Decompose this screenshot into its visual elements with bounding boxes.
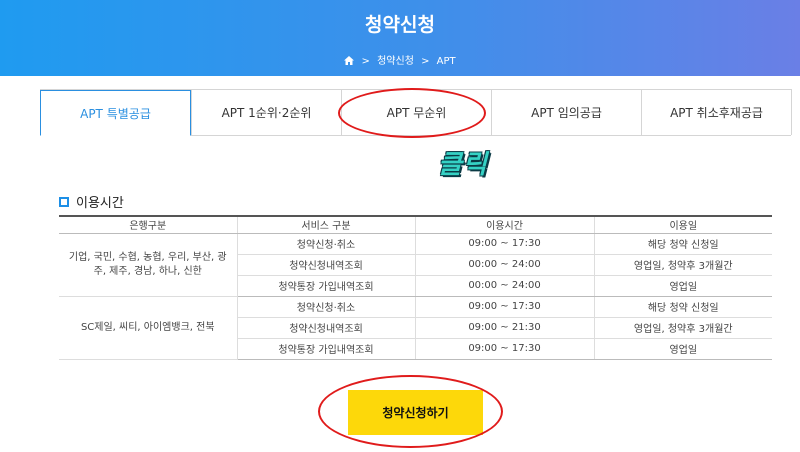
column-header: 이용일 <box>593 215 772 234</box>
service-cell: 청약신청·취소 <box>236 233 415 255</box>
service-cell: 청약신청내역조회 <box>236 317 415 339</box>
days-cell: 해당 청약 신청일 <box>593 233 772 255</box>
section-title: 이용시간 <box>59 192 124 211</box>
time-cell: 09:00 ~ 17:30 <box>414 233 594 255</box>
breadcrumb-separator: > <box>361 56 370 67</box>
highlight-circle-button <box>318 375 503 448</box>
days-cell: 해당 청약 신청일 <box>593 296 772 318</box>
time-cell: 09:00 ~ 21:30 <box>414 317 594 339</box>
bank-group-cell: 기업, 국민, 수협, 농협, 우리, 부산, 광주, 제주, 경남, 하나, … <box>59 233 237 297</box>
click-annotation: 클릭 <box>438 150 488 180</box>
table-row: SC제일, 씨티, 아이엠뱅크, 전북 청약신청·취소 09:00 ~ 17:3… <box>59 296 772 360</box>
usage-time-table: 은행구분 서비스 구분 이용시간 이용일 기업, 국민, 수협, 농협, 우리,… <box>59 215 772 360</box>
time-cell: 09:00 ~ 17:30 <box>414 338 594 360</box>
service-cell: 청약통장 가입내역조회 <box>236 275 415 297</box>
service-cell: 청약신청·취소 <box>236 296 415 318</box>
days-cell: 영업일, 청약후 3개월간 <box>593 254 772 276</box>
time-cell: 00:00 ~ 24:00 <box>414 254 594 276</box>
table-row: 기업, 국민, 수협, 농협, 우리, 부산, 광주, 제주, 경남, 하나, … <box>59 233 772 297</box>
square-bullet-icon <box>59 196 69 207</box>
time-cell: 00:00 ~ 24:00 <box>414 275 594 297</box>
table-header-row: 은행구분 서비스 구분 이용시간 이용일 <box>59 215 772 234</box>
page-title: 청약신청 <box>365 14 435 36</box>
breadcrumb-item-apply[interactable]: 청약신청 <box>377 56 414 67</box>
service-cell: 청약통장 가입내역조회 <box>236 338 415 360</box>
bank-group-cell: SC제일, 씨티, 아이엠뱅크, 전북 <box>59 296 237 360</box>
days-cell: 영업일 <box>593 338 772 360</box>
days-cell: 영업일, 청약후 3개월간 <box>593 317 772 339</box>
column-header: 서비스 구분 <box>236 215 415 234</box>
tab-apt-first-second-rank[interactable]: APT 1순위·2순위 <box>191 90 341 136</box>
section-title-text: 이용시간 <box>76 196 124 211</box>
time-cell: 09:00 ~ 17:30 <box>414 296 594 318</box>
days-cell: 영업일 <box>593 275 772 297</box>
page-header: 청약신청 > 청약신청 > APT <box>0 0 800 76</box>
tab-apt-optional-supply[interactable]: APT 임의공급 <box>491 90 641 136</box>
tab-apt-special-supply[interactable]: APT 특별공급 <box>40 90 191 136</box>
column-header: 은행구분 <box>59 215 237 234</box>
tab-apt-resupply-after-cancel[interactable]: APT 취소후재공급 <box>641 90 791 136</box>
highlight-circle-tab <box>338 88 486 138</box>
breadcrumb-separator: > <box>421 56 430 67</box>
breadcrumb: > 청약신청 > APT <box>0 52 800 67</box>
service-cell: 청약신청내역조회 <box>236 254 415 276</box>
breadcrumb-item-apt[interactable]: APT <box>437 56 456 67</box>
home-icon[interactable] <box>344 56 355 65</box>
column-header: 이용시간 <box>414 215 594 234</box>
